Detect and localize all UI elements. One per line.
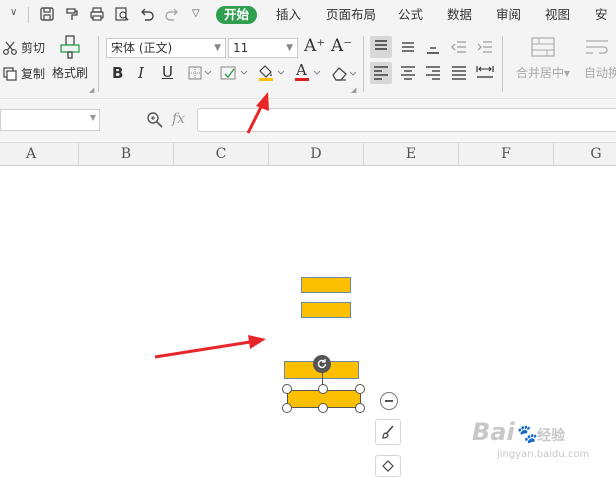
watermark-url: jingyan.baidu.com bbox=[497, 449, 590, 460]
watermark-brand: Bai bbox=[472, 418, 515, 446]
watermark-logo: Bai🐾经验 bbox=[472, 418, 565, 446]
paw-icon: 🐾 bbox=[514, 424, 538, 445]
watermark-brand-suffix: 经验 bbox=[537, 428, 566, 444]
annotation-arrow bbox=[246, 92, 269, 134]
annotation-arrows bbox=[154, 92, 269, 359]
annotation-arrow bbox=[154, 335, 266, 359]
